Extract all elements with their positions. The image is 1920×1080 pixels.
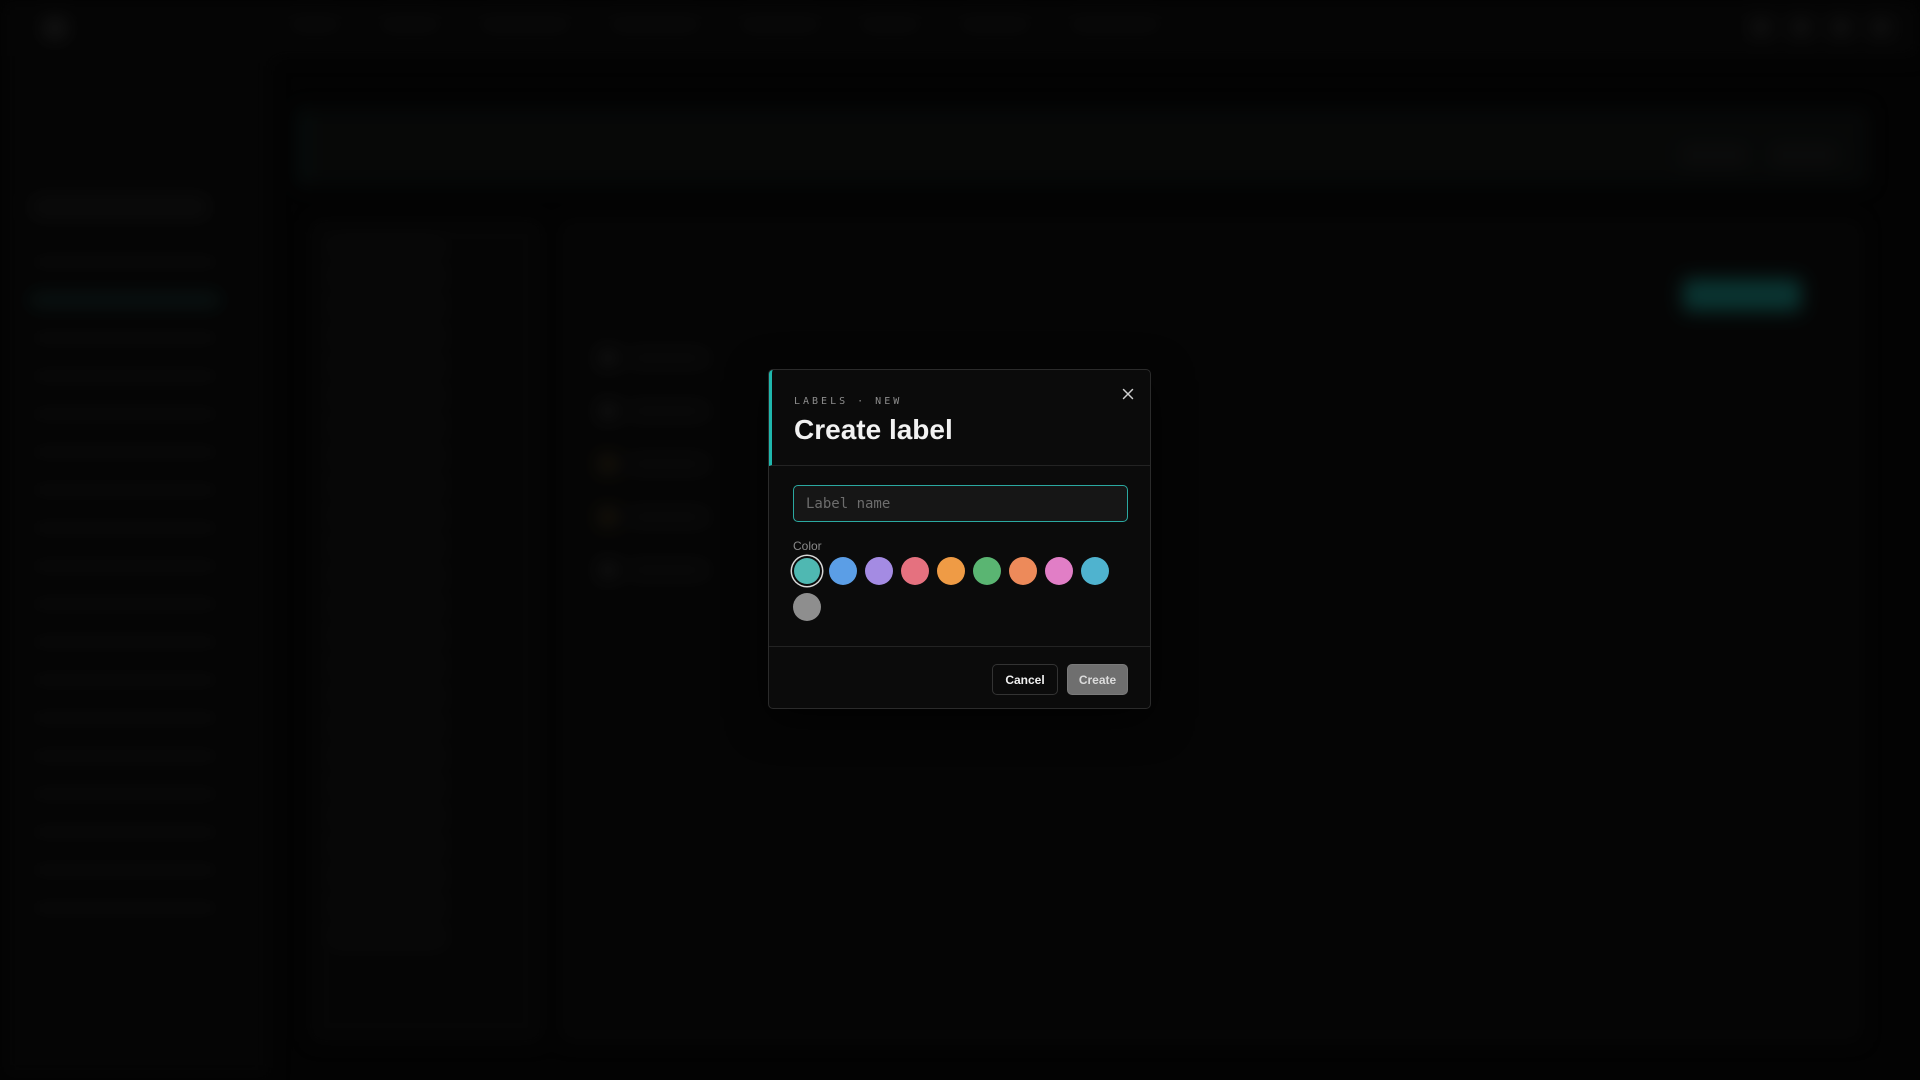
close-button[interactable]: [1118, 384, 1138, 404]
color-swatch-cyan[interactable]: [1081, 557, 1109, 585]
color-swatch-coral[interactable]: [1009, 557, 1037, 585]
color-swatch-blue[interactable]: [829, 557, 857, 585]
dialog-title: Create label: [794, 414, 953, 445]
dialog-body: Color: [769, 466, 1150, 647]
label-name-input[interactable]: [793, 485, 1128, 522]
close-icon: [1122, 388, 1134, 400]
dialog-header: LABELS · NEW Create label: [769, 370, 1150, 466]
color-swatch-green[interactable]: [973, 557, 1001, 585]
color-label: Color: [793, 539, 822, 553]
dialog-footer: Cancel Create: [769, 647, 1150, 711]
color-swatch-gray[interactable]: [793, 593, 821, 621]
cancel-button[interactable]: Cancel: [992, 664, 1058, 695]
color-swatch-teal[interactable]: [794, 558, 820, 584]
color-swatch-red[interactable]: [901, 557, 929, 585]
color-swatch-purple[interactable]: [865, 557, 893, 585]
dialog-eyebrow: LABELS · NEW: [794, 396, 903, 407]
color-swatch-orange[interactable]: [937, 557, 965, 585]
create-label-dialog: LABELS · NEW Create label Color Cancel C…: [768, 369, 1151, 709]
create-button[interactable]: Create: [1067, 664, 1128, 695]
color-swatch-pink[interactable]: [1045, 557, 1073, 585]
color-picker: [793, 557, 1128, 621]
